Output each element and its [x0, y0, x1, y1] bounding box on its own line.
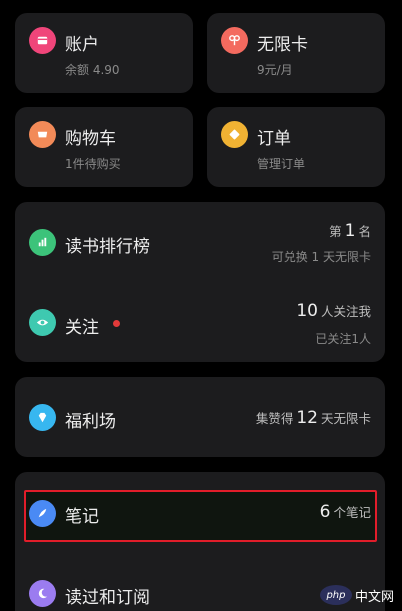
cart-title: 购物车 — [65, 129, 116, 149]
follow-row[interactable]: 关注 10 人关注我 已关注1人 — [15, 282, 385, 362]
welfare-title: 福利场 — [65, 412, 116, 432]
notes-count: 6 个笔记 — [317, 502, 371, 522]
followers-count: 10 人关注我 — [293, 301, 371, 321]
ranking-title: 读书排行榜 — [65, 237, 150, 257]
account-balance: 余额 4.90 — [65, 63, 120, 77]
followers-value: 10 — [296, 301, 318, 321]
unlimited-price: 9元/月 — [257, 63, 293, 77]
unlimited-card[interactable]: 无限卡 9元/月 — [207, 13, 385, 93]
cart-icon — [29, 121, 56, 148]
followers-suffix: 人关注我 — [320, 304, 371, 319]
order-card[interactable]: 订单 管理订单 — [207, 107, 385, 187]
account-title: 账户 — [65, 35, 99, 55]
notes-value: 6 — [319, 502, 331, 522]
follow-title: 关注 — [65, 318, 99, 338]
moon-icon — [29, 580, 56, 607]
php-logo: php — [319, 585, 352, 605]
cart-card[interactable]: 购物车 1件待购买 — [15, 107, 193, 187]
account-card[interactable]: 账户 余额 4.90 — [15, 13, 193, 93]
ranking-value: 1 — [344, 221, 356, 241]
wallet-icon — [29, 27, 56, 54]
eye-icon — [29, 309, 56, 336]
welfare-value: 12 — [296, 408, 318, 428]
notification-dot — [113, 320, 120, 327]
feather-icon — [29, 500, 56, 527]
welfare-row[interactable]: 福利场 集赞得 12 天无限卡 — [15, 377, 385, 457]
ranking-position: 第1名 — [329, 221, 371, 241]
ranking-prefix: 第 — [329, 224, 342, 239]
unlimited-title: 无限卡 — [257, 35, 308, 55]
welfare-prefix: 集赞得 — [255, 411, 294, 426]
diamond-icon — [29, 404, 56, 431]
history-title: 读过和订阅 — [65, 588, 150, 608]
notes-title: 笔记 — [65, 507, 99, 527]
cart-pending: 1件待购买 — [65, 157, 121, 171]
notes-suffix: 个笔记 — [333, 505, 371, 520]
ranking-row[interactable]: 读书排行榜 第1名 可兑换 1 天无限卡 — [15, 202, 385, 282]
bar-chart-icon — [29, 229, 56, 256]
order-title: 订单 — [257, 129, 291, 149]
ranking-reward: 可兑换 1 天无限卡 — [271, 250, 371, 264]
welfare-reward: 集赞得 12 天无限卡 — [256, 408, 371, 428]
ribbon-icon — [221, 27, 248, 54]
php-watermark: php 中文网 — [319, 585, 394, 605]
ranking-suffix: 名 — [358, 224, 371, 239]
watermark-text: 中文网 — [354, 589, 394, 605]
order-manage: 管理订单 — [257, 157, 306, 171]
welfare-suffix: 天无限卡 — [320, 411, 371, 426]
notes-row[interactable]: 笔记 6 个笔记 — [15, 482, 385, 546]
order-icon — [221, 121, 248, 148]
following-count: 已关注1人 — [315, 332, 371, 346]
